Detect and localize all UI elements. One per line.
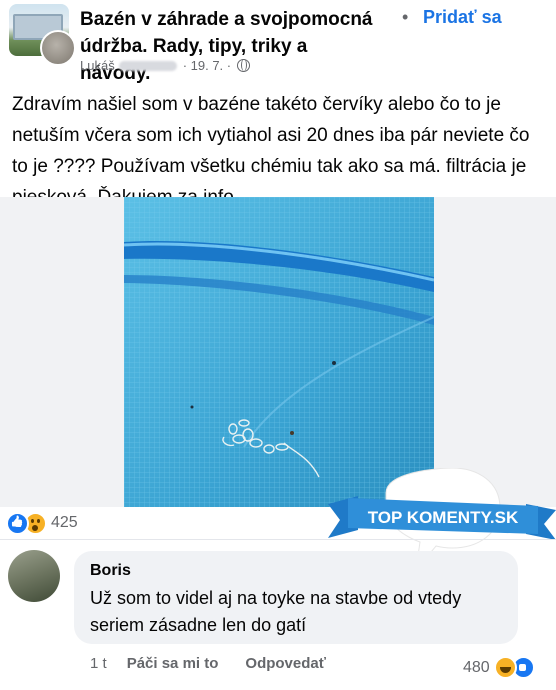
comment-time[interactable]: 1 t	[90, 655, 107, 672]
badge-text: TOP KOMENTY.SK	[368, 508, 519, 527]
divider	[0, 539, 556, 540]
post-photo-area[interactable]	[0, 197, 556, 507]
comment-reaction-count[interactable]: 480	[463, 659, 490, 677]
blurred-surname	[118, 60, 177, 71]
post-date[interactable]: · 19. 7. ·	[183, 58, 231, 73]
haha-icon	[493, 656, 517, 679]
post-reactions[interactable]: 425	[6, 511, 78, 535]
group-name-link[interactable]: Bazén v záhrade a svojpomocná údržba. Ra…	[80, 6, 380, 87]
author-avatar[interactable]	[40, 30, 76, 66]
like-icon	[6, 511, 29, 535]
comment-author[interactable]: Boris	[90, 562, 131, 580]
post-body: Zdravím našiel som v bazéne takéto červí…	[12, 94, 530, 208]
author-name[interactable]: Lukáš	[80, 58, 115, 73]
globe-icon	[237, 59, 251, 72]
commenter-avatar[interactable]	[8, 550, 60, 602]
comment-reactions[interactable]: 480	[463, 656, 535, 679]
post-photo[interactable]	[124, 197, 434, 507]
comment-text: Už som to videl aj na toyke na stavbe od…	[90, 588, 462, 635]
comment-bubble: Boris Už som to videl aj na toyke na sta…	[74, 551, 518, 644]
join-group-button[interactable]: Pridať sa	[423, 7, 502, 28]
post-meta: Lukáš · 19. 7. ·	[80, 58, 251, 73]
separator-dot: •	[402, 7, 409, 27]
comment-reply-button[interactable]: Odpovedať	[245, 655, 326, 672]
pool-net-photo	[124, 197, 434, 507]
reaction-count[interactable]: 425	[51, 514, 78, 532]
comment-like-button[interactable]: Páči sa mi to	[127, 655, 219, 672]
post-header: Bazén v záhrade a svojpomocná údržba. Ra…	[0, 0, 556, 84]
comment-actions: 1 t Páči sa mi to Odpovedať	[90, 655, 353, 672]
